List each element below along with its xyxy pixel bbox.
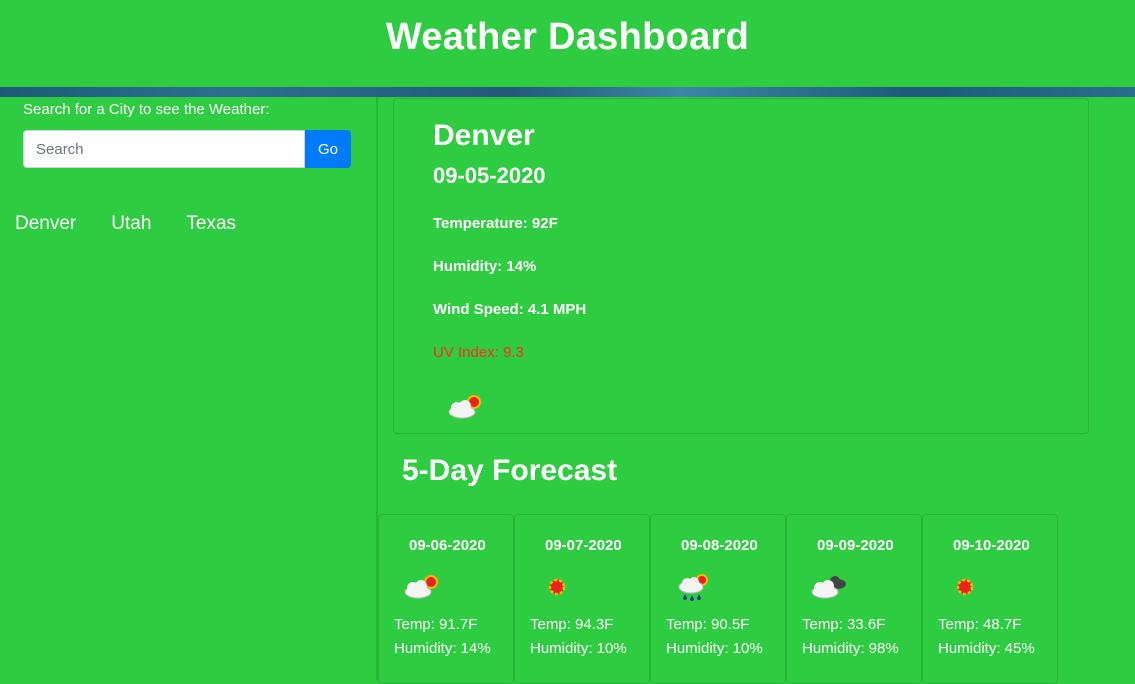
forecast-title: 5-Day Forecast [402,454,618,487]
history-item-texas[interactable]: Texas [186,213,236,235]
sidebar: Search for a City to see the Weather: Go… [0,97,378,680]
forecast-temp: Temp: 90.5F [666,616,750,633]
forecast-card: 09-06-2020 Temp: 91.7F Humidity: 14% [378,514,514,684]
partly-cloudy-icon [404,575,438,599]
history-item-denver[interactable]: Denver [15,213,76,235]
search-input[interactable] [23,130,305,168]
current-weather-card: Denver 09-05-2020 Temperature: 92F Humid… [393,98,1089,434]
forecast-temp: Temp: 48.7F [938,616,1022,633]
go-button[interactable]: Go [305,130,351,168]
forecast-humidity: Humidity: 45% [938,640,1035,657]
partly-cloudy-icon [448,395,481,419]
current-city: Denver [433,119,535,152]
current-uv-index: UV Index: 9.3 [433,344,524,361]
current-humidity: Humidity: 14% [433,258,537,275]
forecast-card: 09-09-2020 Temp: 33.6F Humidity: 98% [786,514,922,684]
forecast-date: 09-09-2020 [817,537,894,554]
forecast-date: 09-08-2020 [681,537,758,554]
current-date: 09-05-2020 [433,163,546,188]
forecast-card: 09-07-2020 Temp: 94.3F Humidity: 10% [514,514,650,684]
forecast-humidity: Humidity: 98% [802,640,899,657]
forecast-temp: Temp: 91.7F [394,616,478,633]
forecast-card: 09-10-2020 Temp: 48.7F Humidity: 45% [922,514,1058,684]
forecast-date: 09-06-2020 [409,537,486,554]
forecast-temp: Temp: 94.3F [530,616,614,633]
search-label: Search for a City to see the Weather: [23,101,270,118]
search-group: Go [23,130,351,168]
forecast-date: 09-07-2020 [545,537,622,554]
search-history: Denver Utah Texas [15,213,271,235]
header-divider [0,87,1135,97]
forecast-humidity: Humidity: 10% [530,640,627,657]
sun-icon [548,578,566,596]
sun-icon [956,578,974,596]
forecast-card: 09-08-2020 Temp: 90.5F Humidity: 10% [650,514,786,684]
current-temperature: Temperature: 92F [433,215,558,232]
page-title: Weather Dashboard [385,16,750,58]
current-wind: Wind Speed: 4.1 MPH [433,301,587,318]
forecast-temp: Temp: 33.6F [802,616,886,633]
rain-sun-icon [678,574,708,601]
forecast-date: 09-10-2020 [953,537,1030,554]
forecast-humidity: Humidity: 14% [394,640,491,657]
forecast-humidity: Humidity: 10% [666,640,763,657]
cloudy-icon [811,576,846,599]
app-header: Weather Dashboard [0,0,1135,87]
forecast-row: 09-06-2020 Temp: 91.7F Humidity: 14% 09-… [378,514,1058,684]
history-item-utah[interactable]: Utah [111,213,151,235]
